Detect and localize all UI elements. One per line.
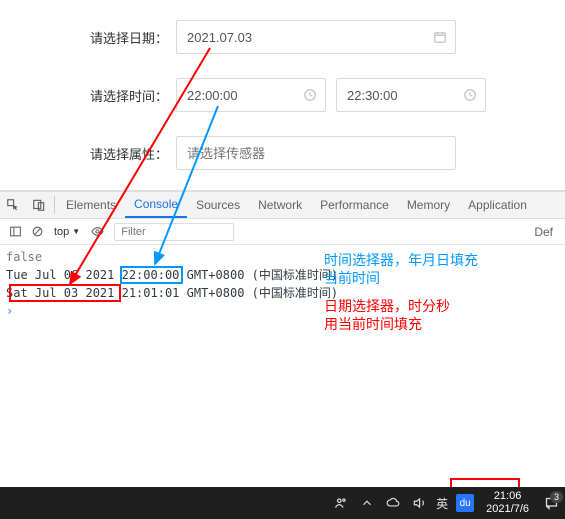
highlight-date-red — [9, 284, 121, 302]
device-toggle-icon[interactable] — [26, 192, 52, 218]
label-attr: 请选择属性： — [78, 144, 168, 163]
notif-badge: 3 — [550, 491, 563, 503]
sidebar-toggle-icon[interactable] — [4, 225, 26, 238]
devtools-toolbar: Elements Console Sources Network Perform… — [0, 191, 565, 219]
attr-input[interactable] — [187, 146, 425, 161]
highlight-time-blue — [120, 266, 183, 284]
clock-icon — [303, 88, 317, 102]
tab-console[interactable]: Console — [125, 192, 187, 218]
console-prompt[interactable]: › — [6, 302, 559, 320]
annotation-red-2: 用当前时间填充 — [324, 314, 422, 334]
notification-icon[interactable]: 3 — [537, 487, 565, 519]
chevron-up-icon[interactable] — [354, 487, 380, 519]
calendar-icon — [433, 30, 447, 44]
row-attr: 请选择属性： — [0, 136, 565, 170]
tab-application[interactable]: Application — [459, 192, 536, 218]
time-from-input[interactable] — [187, 88, 295, 103]
tab-elements[interactable]: Elements — [57, 192, 125, 218]
clear-console-icon[interactable] — [26, 225, 48, 238]
inspect-icon[interactable] — [0, 192, 26, 218]
ime-indicator[interactable]: 英 — [432, 495, 452, 512]
date-input[interactable] — [187, 30, 425, 45]
row-time: 请选择时间： — [0, 78, 565, 112]
taskbar: 英 du 21:06 2021/7/6 3 — [0, 487, 565, 519]
attr-select[interactable] — [176, 136, 456, 170]
row-date: 请选择日期： — [0, 20, 565, 54]
live-expression-icon[interactable] — [86, 225, 108, 238]
context-label: top — [54, 226, 69, 238]
form-panel: 请选择日期： 请选择时间： 请选择属性： — [0, 0, 565, 191]
time-to-input[interactable] — [347, 88, 455, 103]
label-time: 请选择时间： — [78, 86, 168, 105]
clock-icon — [463, 88, 477, 102]
default-levels[interactable]: Def — [534, 225, 561, 239]
annotation-blue-2: 当前时间 — [324, 268, 380, 288]
label-date: 请选择日期： — [78, 28, 168, 47]
time-to-picker[interactable] — [336, 78, 486, 112]
chevron-down-icon: ▼ — [72, 227, 80, 236]
taskbar-clock[interactable]: 21:06 2021/7/6 — [478, 490, 537, 516]
cloud-icon[interactable] — [380, 487, 406, 519]
volume-icon[interactable] — [406, 487, 432, 519]
clock-date: 2021/7/6 — [486, 503, 529, 516]
annotation-red-1: 日期选择器，时分秒 — [324, 296, 450, 316]
date-picker[interactable] — [176, 20, 456, 54]
console-toolbar: top▼ Def — [0, 219, 565, 245]
tab-performance[interactable]: Performance — [311, 192, 398, 218]
du-icon[interactable]: du — [456, 494, 474, 512]
context-selector[interactable]: top▼ — [48, 226, 86, 238]
tab-network[interactable]: Network — [249, 192, 311, 218]
filter-input[interactable] — [114, 223, 234, 241]
tab-sources[interactable]: Sources — [187, 192, 249, 218]
clock-time: 21:06 — [486, 490, 529, 503]
annotation-blue-1: 时间选择器，年月日填充 — [324, 250, 478, 270]
people-icon[interactable] — [328, 487, 354, 519]
time-from-picker[interactable] — [176, 78, 326, 112]
tab-memory[interactable]: Memory — [398, 192, 459, 218]
separator — [54, 196, 55, 214]
